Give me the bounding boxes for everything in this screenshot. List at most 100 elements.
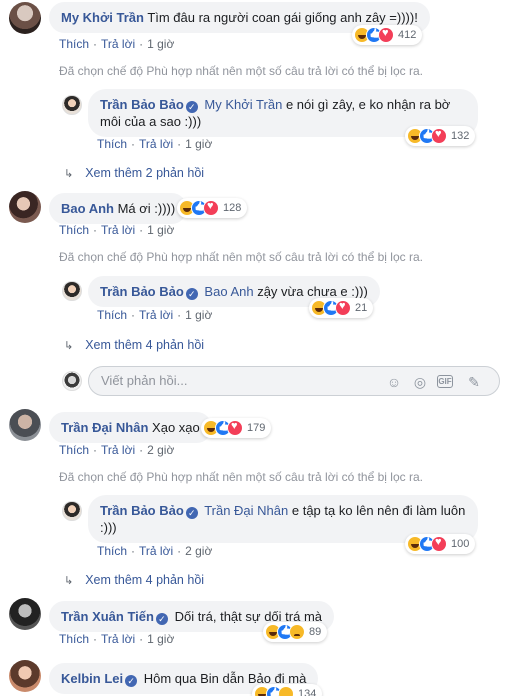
mention-link[interactable]: Bao Anh [204,284,253,299]
timestamp[interactable]: 1 giờ [185,308,212,322]
like-link[interactable]: Thích [59,632,89,646]
reaction-summary[interactable]: 89 [263,622,328,642]
reaction-count: 134 [298,688,317,696]
reply-text: zậy vừa chưa e :))) [257,284,368,299]
avatar[interactable] [62,281,82,301]
reaction-count: 89 [309,626,322,638]
love-icon [227,420,243,436]
like-link[interactable]: Thích [59,37,89,51]
view-more-replies[interactable]: ↳ Xem thêm 2 phản hồi [64,166,204,180]
reply-link[interactable]: Trả lời [101,37,135,51]
avatar[interactable] [9,2,41,34]
love-icon [203,200,219,216]
comment-actions: Thích · Trả lời · 1 giờ [59,37,175,51]
like-link[interactable]: Thích [59,223,89,237]
reply-arrow-icon: ↳ [64,575,74,587]
comment-text: Tìm đâu ra người coan gái giống anh zây … [147,10,418,25]
love-icon [378,27,394,43]
avatar[interactable] [9,660,41,692]
timestamp[interactable]: 1 giờ [147,223,174,237]
reply-link[interactable]: Trả lời [139,137,173,151]
reaction-summary[interactable]: 128 [177,198,248,218]
reaction-summary[interactable]: 21 [309,298,374,318]
reaction-summary[interactable]: 179 [201,418,272,438]
reaction-count: 100 [451,538,470,550]
view-more-label[interactable]: Xem thêm 4 phản hồi [85,573,204,587]
like-link[interactable]: Thích [59,443,89,457]
reaction-summary[interactable]: 134 [252,684,323,696]
comment-author[interactable]: Bao Anh [61,201,114,216]
timestamp[interactable]: 1 giờ [147,37,174,51]
sad-icon [289,624,305,640]
verified-icon: ✓ [125,675,138,687]
verified-icon: ✓ [185,507,198,519]
comment-author[interactable]: My Khởi Trần [61,10,144,25]
view-more-label[interactable]: Xem thêm 4 phản hồi [85,338,204,352]
reaction-count: 128 [223,202,242,214]
reaction-summary[interactable]: 132 [405,126,476,146]
camera-icon[interactable]: ◎ [411,373,429,391]
view-more-replies[interactable]: ↳ Xem thêm 4 phản hồi [64,573,204,587]
like-link[interactable]: Thích [97,308,127,322]
reply-author[interactable]: Trần Bảo Bảo [100,97,184,112]
reply-link[interactable]: Trả lời [139,544,173,558]
reaction-count: 132 [451,130,470,142]
reaction-count: 412 [398,29,417,41]
reply-actions: Thích · Trả lời · 1 giờ [97,308,213,322]
timestamp[interactable]: 2 giờ [185,544,212,558]
filter-note: Đã chọn chế độ Phù hợp nhất nên một số c… [59,250,423,264]
timestamp[interactable]: 2 giờ [147,443,174,457]
love-icon [431,536,447,552]
like-link[interactable]: Thích [97,544,127,558]
love-icon [431,128,447,144]
mention-link[interactable]: Trần Đại Nhân [204,503,288,518]
timestamp[interactable]: 1 giờ [185,137,212,151]
reply-link[interactable]: Trả lời [101,632,135,646]
avatar[interactable] [62,501,82,521]
reaction-summary[interactable]: 412 [352,25,423,45]
reaction-summary[interactable]: 100 [405,534,476,554]
view-more-label[interactable]: Xem thêm 2 phản hồi [85,166,204,180]
reply-link[interactable]: Trả lời [101,443,135,457]
sticker-icon[interactable]: ✎ [465,373,483,391]
love-icon [335,300,351,316]
avatar[interactable] [9,598,41,630]
filter-note: Đã chọn chế độ Phù hợp nhất nên một số c… [59,470,423,484]
comment-text: Xạo xạo [152,420,200,435]
timestamp[interactable]: 1 giờ [147,632,174,646]
reply-actions: Thích · Trả lời · 1 giờ [97,137,213,151]
comment-bubble: Trần Đại Nhân Xạo xạo [49,412,212,443]
reply-author[interactable]: Trần Bảo Bảo [100,284,184,299]
reply-actions: Thích · Trả lời · 2 giờ [97,544,213,558]
reply-arrow-icon: ↳ [64,168,74,180]
comment-author[interactable]: Trần Đại Nhân [61,420,148,435]
avatar[interactable] [9,409,41,441]
view-more-replies[interactable]: ↳ Xem thêm 4 phản hồi [64,338,204,352]
comment-actions: Thích · Trả lời · 1 giờ [59,223,175,237]
avatar[interactable] [62,95,82,115]
verified-icon: ✓ [185,288,198,300]
sad-icon [278,686,294,696]
comment-actions: Thích · Trả lời · 1 giờ [59,632,175,646]
like-link[interactable]: Thích [97,137,127,151]
reply-author[interactable]: Trần Bảo Bảo [100,503,184,518]
verified-icon: ✓ [185,101,198,113]
comment-bubble: Bao Anh Má ơi :)))) [49,193,188,224]
reaction-count: 21 [355,302,368,314]
mention-link[interactable]: My Khởi Trần [204,97,282,112]
reply-link[interactable]: Trả lời [139,308,173,322]
comment-author[interactable]: Kelbin Lei [61,671,123,686]
current-user-avatar[interactable] [62,371,82,391]
avatar[interactable] [9,191,41,223]
reply-link[interactable]: Trả lời [101,223,135,237]
reaction-count: 179 [247,422,266,434]
emoji-icon[interactable]: ☺ [385,373,403,391]
comment-actions: Thích · Trả lời · 2 giờ [59,443,175,457]
gif-icon[interactable]: GIF [437,375,453,388]
verified-icon: ✓ [155,613,168,625]
comment-author[interactable]: Trần Xuân Tiến [61,609,154,624]
reply-composer[interactable]: ☺ ◎ GIF ✎ [88,366,500,396]
reply-input[interactable] [101,373,381,388]
reply-arrow-icon: ↳ [64,340,74,352]
comment-text: Má ơi :)))) [117,201,176,216]
